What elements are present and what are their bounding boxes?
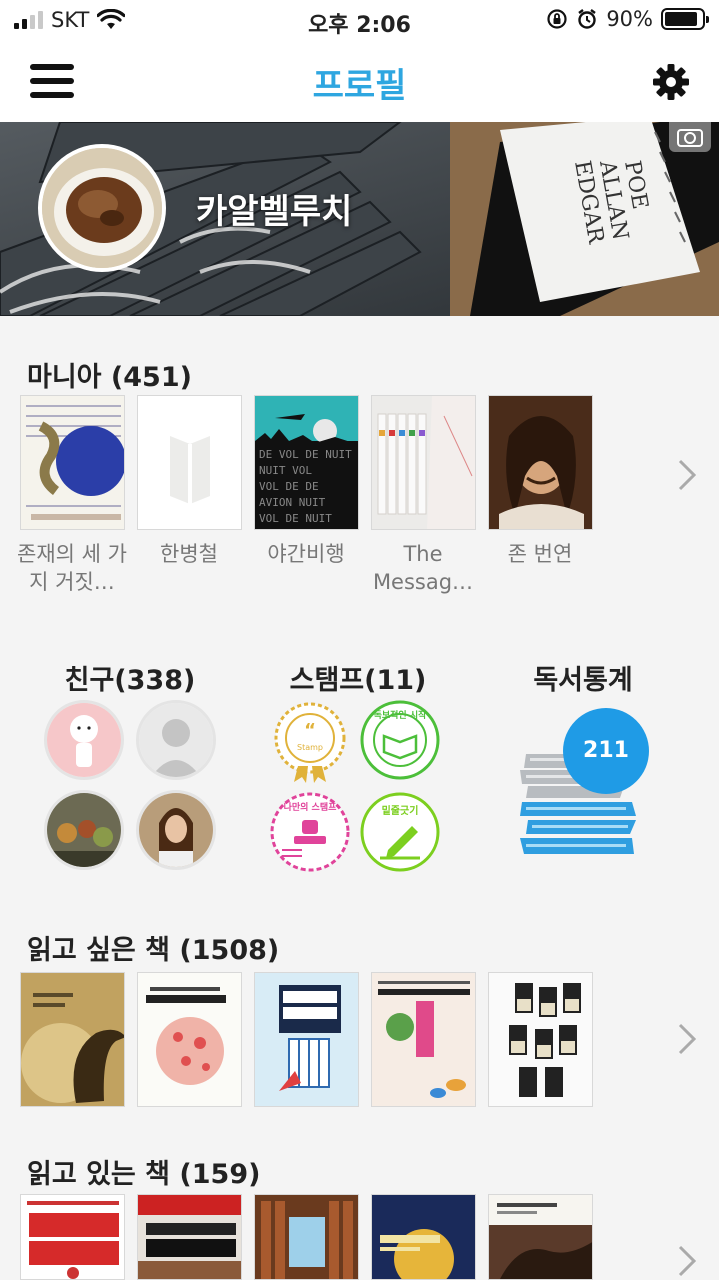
stamp-label: 나만의 스탬프 [284, 801, 338, 813]
svg-text:AVION NUIT: AVION NUIT [259, 496, 326, 509]
status-bar: SKT 오후 2:06 90% [0, 0, 719, 42]
rotation-lock-icon [547, 9, 567, 29]
cover-photo[interactable]: EDGAR ALLAN POE 카알벨루치 [0, 122, 719, 316]
book-cover[interactable] [137, 972, 242, 1107]
svg-text:VOL DE NUIT: VOL DE NUIT [259, 512, 332, 525]
stamp-badge[interactable]: 독보적인 시작 [358, 698, 442, 782]
book-cover[interactable] [20, 1194, 125, 1280]
book-cover[interactable] [20, 395, 125, 530]
stamps-title[interactable]: 스탬프(11) [268, 658, 448, 697]
book-title[interactable]: 야간비행 [244, 540, 368, 568]
book-cover[interactable] [137, 395, 242, 530]
reading-stats-title[interactable]: 독서통계 [493, 658, 673, 697]
mania-title[interactable]: 마니아 (451) [27, 355, 192, 394]
battery-percent: 90% [606, 7, 653, 31]
book-cover[interactable] [137, 1194, 242, 1280]
book-cover[interactable] [488, 1194, 593, 1280]
stamp-label: 밑줄긋기 [382, 804, 419, 817]
want-to-read-title[interactable]: 읽고 싶은 책 (1508) [27, 928, 279, 967]
book-cover[interactable] [371, 972, 476, 1107]
book-title[interactable]: 존 번연 [478, 540, 602, 568]
nav-bar: 프로필 [0, 42, 719, 122]
book-cover[interactable] [488, 395, 593, 530]
book-cover[interactable] [20, 972, 125, 1107]
battery-icon [661, 8, 709, 30]
book-cover[interactable] [488, 972, 593, 1107]
stamp-label: 독보적인 시작 [374, 709, 428, 721]
stamp-label: Stamp [297, 743, 323, 752]
username: 카알벨루치 [196, 192, 353, 232]
chevron-right-icon[interactable] [677, 1022, 697, 1056]
stamp-badge[interactable]: “ Stamp [268, 700, 352, 784]
friend-avatar[interactable] [136, 700, 216, 780]
stamp-badge[interactable]: 나만의 스탬프 [268, 790, 352, 874]
svg-text:NUIT VOL: NUIT VOL [259, 464, 312, 477]
avatar[interactable] [38, 144, 166, 272]
book-cover[interactable] [371, 1194, 476, 1280]
book-title[interactable]: 한병철 [127, 540, 251, 568]
book-title[interactable]: 존재의 세 가지 거짓… [10, 540, 134, 596]
gear-icon[interactable] [651, 62, 691, 102]
friend-avatar[interactable] [136, 790, 216, 870]
friends-title[interactable]: 친구(338) [40, 658, 220, 697]
reading-count-badge[interactable]: 211 [563, 708, 649, 794]
book-cover[interactable]: DE VOL DE NUIT NUIT VOL VOL DE DE AVION NUI… [254, 395, 359, 530]
svg-text:“: “ [304, 720, 316, 741]
stamp-badge[interactable]: 밑줄긋기 [358, 790, 442, 874]
friend-avatar[interactable] [44, 700, 124, 780]
camera-icon[interactable] [669, 122, 711, 152]
book-cover[interactable] [254, 972, 359, 1107]
page-title: 프로필 [312, 66, 407, 106]
chevron-right-icon[interactable] [677, 458, 697, 492]
status-right: 90% [546, 7, 709, 31]
alarm-icon [578, 9, 597, 29]
book-cover[interactable] [371, 395, 476, 530]
chevron-right-icon[interactable] [677, 1244, 697, 1278]
book-cover[interactable] [254, 1194, 359, 1280]
book-title[interactable]: The Messag… [361, 540, 485, 596]
svg-text:DE VOL DE NUIT: DE VOL DE NUIT [259, 448, 352, 461]
friend-avatar[interactable] [44, 790, 124, 870]
svg-text:VOL DE DE: VOL DE DE [259, 480, 319, 493]
reading-now-title[interactable]: 읽고 있는 책 (159) [27, 1152, 260, 1191]
